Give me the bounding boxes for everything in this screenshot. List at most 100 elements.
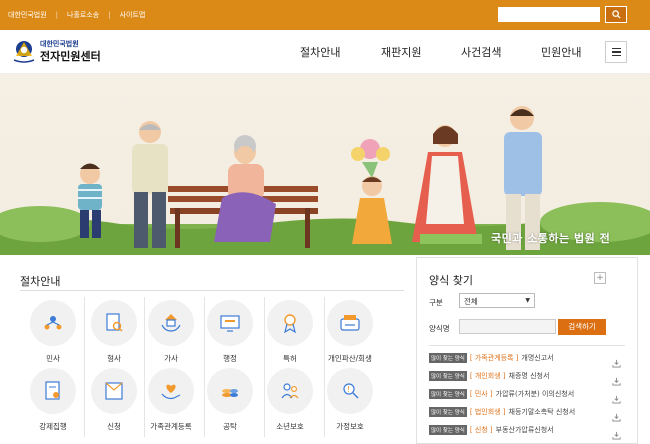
form-list-item[interactable]: 많이 찾는 양식[ 민사 ] 가압류(가처분) 이의신청서: [429, 388, 574, 400]
people-network-icon: [30, 300, 76, 346]
download-icon[interactable]: [612, 371, 622, 386]
procedure-label: 강제집행: [39, 422, 67, 431]
form-name-label: 양식명: [429, 324, 450, 333]
family-icon: [267, 368, 313, 414]
procedure-item-10[interactable]: 공탁: [200, 368, 260, 432]
popular-badge: 많이 찾는 양식: [429, 389, 467, 399]
procedure-guide-panel: 절차안내 민사 형사 가사 행정 특허 개인파산/회생강제집행 신청 가족관계등록 공탁 소년보호…: [0, 255, 404, 444]
procedure-label: 특허: [283, 354, 297, 363]
form-search-panel: 양식 찾기 + 구분 전체 ▼ 양식명 검색하기 많이 찾는 양식[ 가족관계등…: [416, 257, 638, 444]
form-category: [ 법인회생 ]: [469, 408, 506, 416]
house-hands-icon: [148, 300, 194, 346]
procedure-item-12[interactable]: ! 가정보호: [320, 368, 380, 432]
divider: [20, 290, 404, 291]
form-list-item[interactable]: 많이 찾는 양식[ 개인회생 ] 채증명 신청서: [429, 370, 549, 382]
procedure-item-8[interactable]: 신청: [84, 368, 144, 432]
utility-links: 대한민국법원 | 나홀로소송 | 사이트맵: [8, 10, 145, 20]
procedure-item-2[interactable]: 형사: [84, 300, 144, 364]
logo-title: 전자민원센터: [40, 49, 101, 63]
procedure-label: 소년보호: [276, 422, 304, 431]
svg-text:!: !: [347, 385, 350, 394]
link-self-litigation[interactable]: 나홀로소송: [67, 10, 99, 20]
procedure-item-3[interactable]: 가사: [141, 300, 201, 364]
more-plus-button[interactable]: +: [594, 272, 606, 284]
popular-badge: 많이 찾는 양식: [429, 425, 467, 435]
nav-procedures[interactable]: 절차안내: [300, 44, 340, 60]
nav-trial-support[interactable]: 재판지원: [381, 44, 421, 60]
download-icon[interactable]: [612, 353, 622, 368]
form-category: [ 민사 ]: [469, 390, 493, 398]
procedure-title: 절차안내: [20, 275, 61, 288]
nav-case-search[interactable]: 사건검색: [461, 44, 501, 60]
menu-line: [611, 54, 621, 57]
form-list-item[interactable]: 많이 찾는 양식[ 가족관계등록 ] 개명신고서: [429, 352, 554, 364]
hamburger-menu-button[interactable]: [605, 41, 627, 63]
nav-civil-guide[interactable]: 민원안내: [541, 44, 581, 60]
document-search-icon: [91, 300, 137, 346]
form-name: 개명신고서: [521, 354, 554, 362]
divider: [429, 345, 625, 346]
category-selected-value: 전체: [464, 297, 478, 306]
person-shield-icon: !: [327, 368, 373, 414]
logo-small-text: 대한민국법원: [40, 39, 79, 48]
form-list-item[interactable]: 많이 찾는 양식[ 법인회생 ] 채등기말소촉탁 신청서: [429, 406, 575, 418]
procedure-label: 공탁: [223, 422, 237, 431]
link-court[interactable]: 대한민국법원: [8, 10, 47, 20]
category-label: 구분: [429, 298, 443, 307]
form-search-title: 양식 찾기: [429, 274, 473, 287]
menu-line: [611, 47, 621, 50]
award-ribbon-icon: [267, 300, 313, 346]
form-name: 부동산가압류신청서: [495, 426, 554, 434]
form-name-input[interactable]: [459, 319, 556, 334]
procedure-item-4[interactable]: 행정: [200, 300, 260, 364]
monitor-document-icon: [207, 300, 253, 346]
popular-badge: 많이 찾는 양식: [429, 353, 467, 363]
download-icon[interactable]: [612, 407, 622, 422]
procedure-item-1[interactable]: 민사: [23, 300, 83, 364]
procedure-item-5[interactable]: 특허: [260, 300, 320, 364]
form-list-item[interactable]: 많이 찾는 양식[ 신청 ] 부동산가압류신청서: [429, 424, 554, 436]
procedure-item-9[interactable]: 가족관계등록: [141, 368, 201, 432]
separator: |: [55, 11, 58, 19]
procedure-label: 가사: [164, 354, 178, 363]
download-icon[interactable]: [612, 425, 622, 440]
procedure-label: 가정보호: [336, 422, 364, 431]
menu-line: [611, 51, 621, 53]
top-search-button[interactable]: [605, 6, 627, 23]
procedure-label: 개인파산/회생: [328, 354, 372, 363]
procedure-label: 가족관계등록: [150, 422, 192, 431]
form-name: 채등기말소촉탁 신청서: [508, 408, 576, 416]
procedure-item-11[interactable]: 소년보호: [260, 368, 320, 432]
procedure-label: 형사: [107, 354, 121, 363]
separator: |: [108, 11, 111, 19]
court-emblem-icon: [13, 41, 35, 63]
procedure-item-7[interactable]: 강제집행: [23, 368, 83, 432]
top-search-input[interactable]: [498, 7, 600, 22]
procedure-label: 행정: [223, 354, 237, 363]
link-sitemap[interactable]: 사이트맵: [120, 10, 146, 20]
form-name: 채증명 신청서: [508, 372, 550, 380]
form-name: 가압류(가처분) 이의신청서: [495, 390, 575, 398]
family-illustration: [0, 106, 650, 255]
popular-badge: 많이 찾는 양식: [429, 371, 467, 381]
banner-slogan: 국민과 소통하는 법원 전: [491, 232, 611, 245]
chevron-down-icon: ▼: [525, 297, 530, 304]
coin-stack-icon: [207, 368, 253, 414]
form-search-button[interactable]: 검색하기: [558, 319, 606, 335]
popular-badge: 많이 찾는 양식: [429, 407, 467, 417]
document-stamp-icon: [30, 368, 76, 414]
wallet-cards-icon: [327, 300, 373, 346]
site-logo[interactable]: 대한민국법원 전자민원센터: [10, 38, 101, 64]
form-category: [ 개인회생 ]: [469, 372, 506, 380]
procedure-label: 민사: [46, 354, 60, 363]
procedure-label: 신청: [107, 422, 121, 431]
procedure-item-6[interactable]: 개인파산/회생: [320, 300, 380, 364]
top-utility-bar: 대한민국법원 | 나홀로소송 | 사이트맵: [0, 0, 650, 30]
heart-hand-icon: [148, 368, 194, 414]
form-category: [ 가족관계등록 ]: [469, 354, 519, 362]
category-select[interactable]: 전체 ▼: [459, 293, 535, 308]
download-icon[interactable]: [612, 389, 622, 404]
envelope-form-icon: [91, 368, 137, 414]
form-category: [ 신청 ]: [469, 426, 493, 434]
main-header: 대한민국법원 전자민원센터 절차안내 재판지원 사건검색 민원안내: [0, 30, 650, 74]
